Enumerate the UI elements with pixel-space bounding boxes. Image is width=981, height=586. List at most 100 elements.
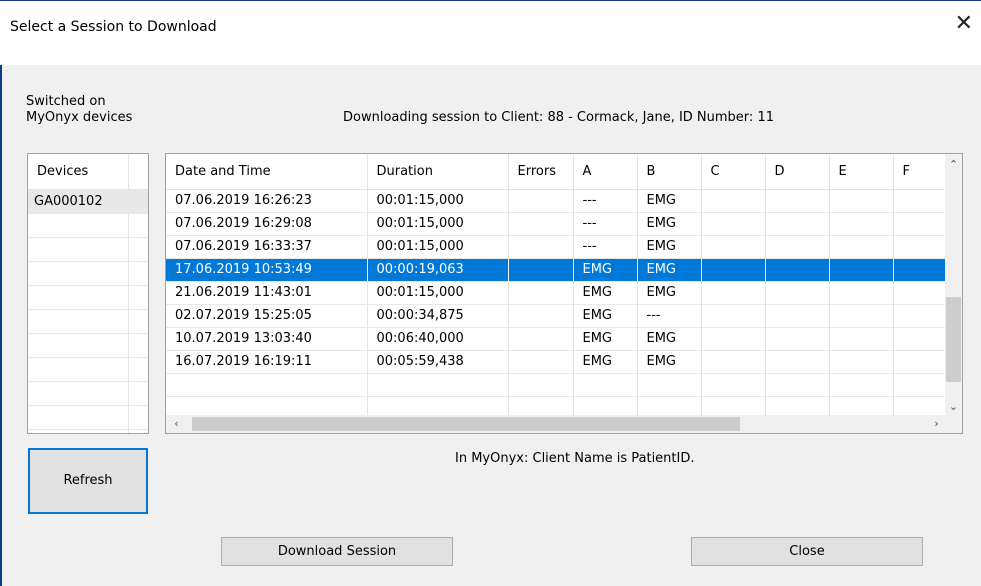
scroll-left-icon[interactable]: ‹ <box>168 415 185 433</box>
device-empty-row <box>28 382 148 406</box>
column-header[interactable]: E <box>829 154 894 190</box>
session-cell <box>765 350 830 374</box>
session-cell: 21.06.2019 11:43:01 <box>166 281 368 305</box>
window-title: Select a Session to Download <box>10 19 217 35</box>
devices-rows: GA000102 <box>28 190 148 430</box>
horizontal-scroll-thumb[interactable] <box>192 417 740 431</box>
session-cell <box>829 189 894 213</box>
session-cell <box>701 350 766 374</box>
session-row[interactable]: 21.06.2019 11:43:01 00:01:15,000 EMG EMG <box>166 281 958 305</box>
session-cell <box>701 281 766 305</box>
session-cell: EMG <box>637 281 702 305</box>
session-row[interactable]: 07.06.2019 16:29:08 00:01:15,000 --- EMG <box>166 212 958 236</box>
session-row[interactable]: 16.07.2019 16:19:11 00:05:59,438 EMG EMG <box>166 350 958 374</box>
session-cell: 00:06:40,000 <box>367 327 509 351</box>
session-cell <box>765 235 830 259</box>
session-cell <box>508 304 574 328</box>
device-empty-row <box>28 358 148 382</box>
column-header[interactable]: C <box>701 154 766 190</box>
empty-row <box>166 373 958 397</box>
session-cell: EMG <box>637 212 702 236</box>
download-session-button[interactable]: Download Session <box>221 537 453 566</box>
session-cell: 00:01:15,000 <box>367 235 509 259</box>
sessions-grid[interactable]: Date and Time Duration Errors A B C D E F 07.06.… <box>165 153 963 434</box>
session-row[interactable]: 10.07.2019 13:03:40 00:06:40,000 EMG EMG <box>166 327 958 351</box>
session-cell <box>765 281 830 305</box>
session-cell: 07.06.2019 16:29:08 <box>166 212 368 236</box>
session-cell <box>508 258 574 282</box>
session-cell <box>508 373 574 397</box>
scroll-right-icon[interactable]: › <box>928 415 945 433</box>
column-header[interactable]: Date and Time <box>166 154 368 190</box>
session-cell: --- <box>573 189 638 213</box>
scroll-up-icon[interactable]: ⌃ <box>945 156 962 173</box>
column-header[interactable]: D <box>765 154 830 190</box>
session-cell: --- <box>637 304 702 328</box>
session-cell <box>701 327 766 351</box>
session-cell: 00:01:15,000 <box>367 281 509 305</box>
sessions-header-row: Date and Time Duration Errors A B C D E F <box>166 154 958 190</box>
column-header[interactable]: Errors <box>508 154 574 190</box>
session-cell <box>508 189 574 213</box>
session-cell: --- <box>573 212 638 236</box>
session-cell: EMG <box>637 189 702 213</box>
session-cell <box>829 373 894 397</box>
vertical-scrollbar[interactable]: ⌃ ⌄ <box>945 154 962 417</box>
session-row[interactable]: 02.07.2019 15:25:05 00:00:34,875 EMG --- <box>166 304 958 328</box>
session-cell <box>829 350 894 374</box>
session-cell: --- <box>573 235 638 259</box>
session-cell <box>701 235 766 259</box>
device-item[interactable]: GA000102 <box>28 190 148 214</box>
session-cell <box>765 212 830 236</box>
session-cell <box>701 212 766 236</box>
session-cell <box>829 304 894 328</box>
session-cell <box>829 281 894 305</box>
session-cell <box>508 281 574 305</box>
session-cell <box>765 373 830 397</box>
session-cell <box>765 327 830 351</box>
session-cell <box>508 212 574 236</box>
session-cell <box>573 373 638 397</box>
vertical-scroll-thumb[interactable] <box>946 297 961 382</box>
session-cell <box>829 258 894 282</box>
close-icon[interactable]: ✕ <box>955 13 973 35</box>
session-row[interactable]: 17.06.2019 10:53:49 00:00:19,063 EMG EMG <box>166 258 958 282</box>
session-cell <box>508 350 574 374</box>
session-cell: EMG <box>637 327 702 351</box>
client-name-info: In MyOnyx: Client Name is PatientID. <box>455 451 695 466</box>
session-cell <box>765 304 830 328</box>
session-cell <box>829 235 894 259</box>
close-button[interactable]: Close <box>691 537 923 566</box>
session-cell <box>765 189 830 213</box>
devices-list[interactable]: Devices GA000102 <box>27 153 149 434</box>
scrollbar-corner <box>945 415 962 433</box>
scroll-down-icon[interactable]: ⌄ <box>945 398 962 415</box>
session-cell <box>701 304 766 328</box>
device-empty-row <box>28 406 148 430</box>
session-cell <box>829 212 894 236</box>
session-cell <box>508 235 574 259</box>
session-cell: EMG <box>637 350 702 374</box>
session-cell: 00:00:19,063 <box>367 258 509 282</box>
session-row[interactable]: 07.06.2019 16:26:23 00:01:15,000 --- EMG <box>166 189 958 213</box>
title-bar: Select a Session to Download ✕ <box>0 0 981 65</box>
session-cell: 02.07.2019 15:25:05 <box>166 304 368 328</box>
refresh-button[interactable]: Refresh <box>28 448 148 514</box>
session-cell: 17.06.2019 10:53:49 <box>166 258 368 282</box>
sessions-body: 07.06.2019 16:26:23 00:01:15,000 --- EMG 07.… <box>166 189 958 420</box>
session-cell: 16.07.2019 16:19:11 <box>166 350 368 374</box>
column-header[interactable]: Duration <box>367 154 509 190</box>
device-empty-row <box>28 286 148 310</box>
column-header[interactable]: B <box>637 154 702 190</box>
window-border <box>0 65 2 586</box>
column-header[interactable]: A <box>573 154 638 190</box>
session-cell: EMG <box>637 258 702 282</box>
session-row[interactable]: 07.06.2019 16:33:37 00:01:15,000 --- EMG <box>166 235 958 259</box>
session-cell: EMG <box>573 258 638 282</box>
device-empty-row <box>28 238 148 262</box>
downloading-info: Downloading session to Client: 88 - Corm… <box>343 110 774 125</box>
session-cell: 07.06.2019 16:33:37 <box>166 235 368 259</box>
horizontal-scrollbar[interactable]: ‹ › <box>166 415 945 433</box>
device-empty-row <box>28 334 148 358</box>
session-cell: 00:01:15,000 <box>367 189 509 213</box>
